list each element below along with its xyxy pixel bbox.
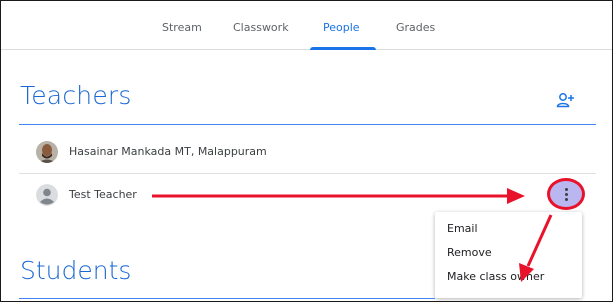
classroom-people-page: Stream Classwork People Grades Teachers … <box>0 0 613 302</box>
menu-item-email[interactable]: Email <box>447 222 478 235</box>
students-heading: Students <box>20 256 132 285</box>
active-tab-indicator <box>310 47 376 50</box>
tab-classwork[interactable]: Classwork <box>233 21 289 34</box>
avatar <box>36 184 58 206</box>
more-vert-icon <box>565 188 568 191</box>
students-divider <box>19 298 435 299</box>
menu-item-make-class-owner[interactable]: Make class owner <box>447 270 544 283</box>
tab-people[interactable]: People <box>323 21 360 34</box>
teacher-name: Test Teacher <box>69 188 137 201</box>
teacher-row: Hasainar Mankada MT, Malappuram <box>19 131 596 173</box>
teachers-heading: Teachers <box>20 81 132 110</box>
top-nav: Stream Classwork People Grades <box>1 1 612 50</box>
options-menu: Email Remove Make class owner <box>435 212 582 298</box>
tab-grades[interactable]: Grades <box>396 21 435 34</box>
more-vert-icon <box>565 193 568 196</box>
more-options-button[interactable] <box>547 178 585 210</box>
add-person-icon[interactable] <box>556 92 576 108</box>
teacher-name: Hasainar Mankada MT, Malappuram <box>69 145 267 158</box>
more-vert-icon <box>565 198 568 201</box>
avatar <box>36 141 58 163</box>
menu-item-remove[interactable]: Remove <box>447 246 492 259</box>
teacher-row: Test Teacher <box>19 174 596 216</box>
tab-stream[interactable]: Stream <box>162 21 202 34</box>
teachers-divider <box>19 124 596 125</box>
